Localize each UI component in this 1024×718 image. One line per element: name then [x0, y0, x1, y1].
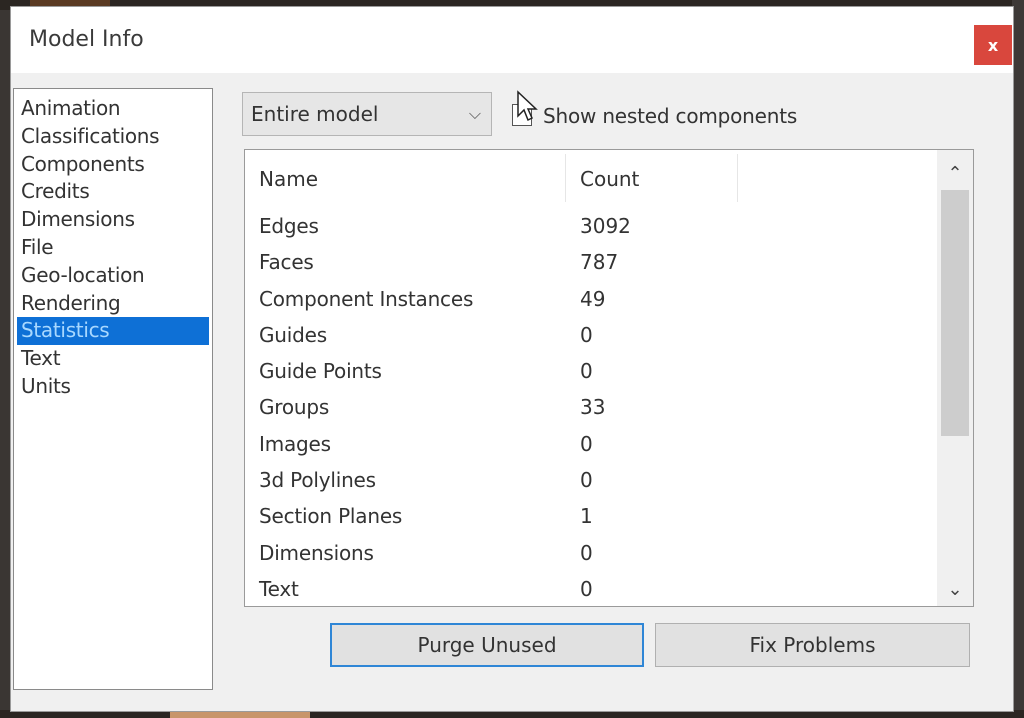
dialog-title: Model Info [29, 27, 144, 52]
category-item-text[interactable]: Text [17, 345, 209, 373]
category-item-animation[interactable]: Animation [17, 95, 209, 123]
close-icon: x [987, 35, 999, 55]
scope-dropdown-value: Entire model [251, 102, 379, 126]
cell-count: 0 [580, 540, 593, 565]
column-header-name[interactable]: Name [259, 150, 318, 208]
cell-count: 49 [580, 286, 606, 311]
cell-name: Text [259, 576, 299, 601]
cell-count: 0 [580, 431, 593, 456]
column-header-count[interactable]: Count [580, 150, 639, 208]
cell-count: 787 [580, 250, 619, 275]
close-button[interactable]: x [974, 25, 1012, 65]
fix-problems-button[interactable]: Fix Problems [655, 623, 970, 667]
category-item-dimensions[interactable]: Dimensions [17, 206, 209, 234]
category-item-classifications[interactable]: Classifications [17, 123, 209, 151]
show-nested-components-label[interactable]: Show nested components [543, 104, 797, 128]
table-row[interactable]: Text 0 [259, 571, 929, 606]
cell-count: 0 [580, 359, 593, 384]
table-row[interactable]: Groups 33 [259, 389, 929, 425]
table-row[interactable]: 3d Polylines 0 [259, 462, 929, 498]
category-item-file[interactable]: File [17, 234, 209, 262]
table-row[interactable]: Dimensions 0 [259, 535, 929, 571]
table-row[interactable]: Component Instances 49 [259, 281, 929, 317]
cell-name: Groups [259, 395, 330, 420]
statistics-table: Name Count Edges 3092 Faces 787 Component In… [244, 149, 974, 607]
cell-count: 0 [580, 322, 593, 347]
category-item-rendering[interactable]: Rendering [17, 290, 209, 318]
cell-name: Edges [259, 214, 319, 238]
chevron-down-icon: ⌄ [947, 578, 963, 600]
cell-count: 0 [580, 468, 593, 493]
scroll-down-button[interactable]: ⌄ [937, 572, 973, 606]
column-divider[interactable] [565, 154, 566, 202]
cell-name: Component Instances [259, 286, 474, 311]
cell-count: 3092 [580, 214, 631, 238]
table-row[interactable]: Section Planes 1 [259, 498, 929, 534]
mouse-cursor-icon [517, 90, 538, 122]
scroll-up-button[interactable]: ⌃ [937, 156, 973, 190]
cell-name: Section Planes [259, 504, 403, 529]
cell-name: Guides [259, 322, 327, 347]
cell-count: 0 [580, 576, 593, 601]
chevron-down-icon: ⌵ [468, 104, 481, 123]
category-item-units[interactable]: Units [17, 373, 209, 401]
cell-name: 3d Polylines [259, 468, 376, 493]
table-row[interactable]: Edges 3092 [259, 208, 929, 244]
category-item-statistics[interactable]: Statistics [17, 317, 209, 346]
table-row[interactable]: Faces 787 [259, 244, 929, 280]
category-item-components[interactable]: Components [17, 151, 209, 179]
column-divider[interactable] [737, 154, 738, 202]
cell-name: Faces [259, 250, 314, 275]
category-list[interactable]: Animation Classifications Components Credit… [13, 88, 213, 690]
category-item-credits[interactable]: Credits [17, 178, 209, 206]
purge-unused-button[interactable]: Purge Unused [330, 623, 644, 667]
cell-name: Dimensions [259, 540, 374, 565]
table-row[interactable]: Guide Points 0 [259, 353, 929, 389]
chevron-up-icon: ⌃ [947, 162, 963, 184]
cell-name: Images [259, 431, 331, 456]
table-row[interactable]: Images 0 [259, 426, 929, 462]
scrollbar-thumb[interactable] [941, 190, 969, 436]
cell-count: 33 [580, 395, 606, 420]
cell-name: Guide Points [259, 359, 382, 384]
cell-count: 1 [580, 504, 593, 529]
title-bar[interactable]: Model Info x [11, 7, 1013, 73]
vertical-scrollbar[interactable]: ⌃ ⌄ [937, 150, 973, 606]
table-row[interactable]: Guides 0 [259, 317, 929, 353]
table-body: Edges 3092 Faces 787 Component Instances 49 Gu… [259, 208, 929, 606]
category-item-geo-location[interactable]: Geo-location [17, 262, 209, 290]
scope-dropdown[interactable]: Entire model ⌵ [242, 92, 492, 136]
